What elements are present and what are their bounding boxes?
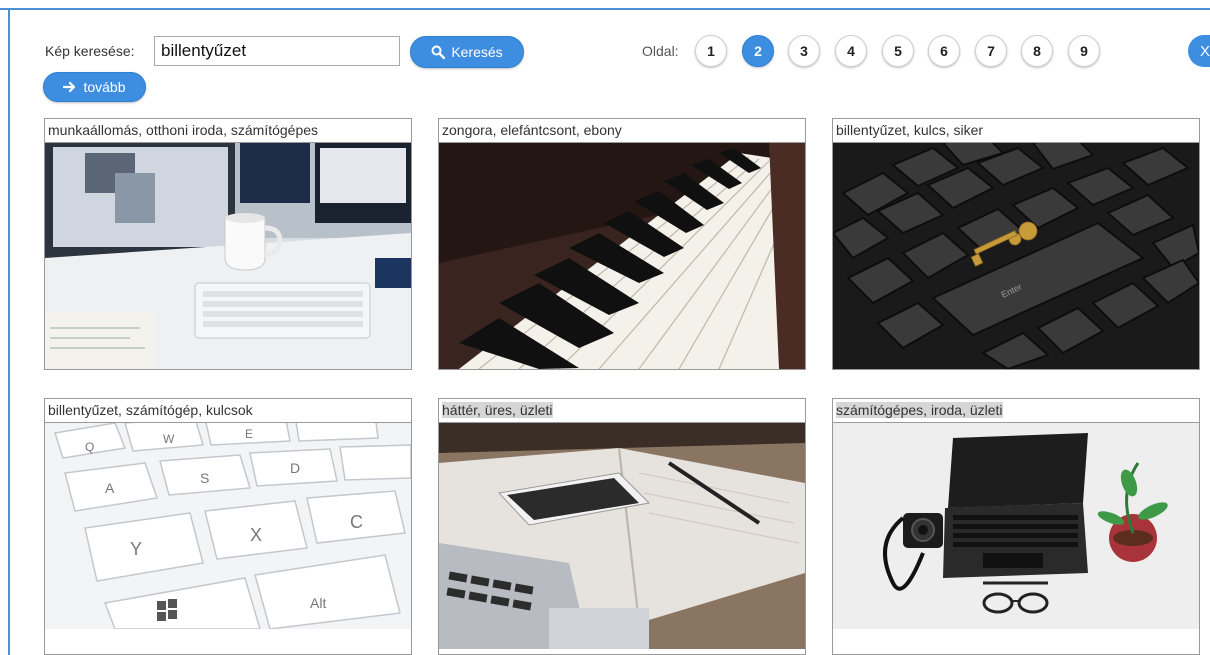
card-tags: zongora, elefántcsont, ebony (439, 119, 805, 143)
pagination-label: Oldal: (642, 43, 679, 59)
card-tags: billentyűzet, kulcs, siker (833, 119, 1199, 143)
search-label: Kép keresése: (45, 43, 135, 59)
card-tags-text: számítógépes, iroda, üzleti (836, 402, 1003, 418)
result-image[interactable] (439, 143, 805, 369)
card-tags: billentyűzet, számítógép, kulcsok (45, 399, 411, 423)
card-tags: munkaállomás, otthoni iroda, számítógépe… (45, 119, 411, 143)
search-icon (431, 45, 446, 59)
key-c-label: C (350, 512, 363, 532)
result-image[interactable]: Enter (833, 143, 1199, 369)
key-q-label: Q (85, 440, 94, 454)
search-input[interactable] (154, 36, 400, 66)
search-button-label: Keresés (451, 44, 503, 60)
key-e-label: E (245, 427, 253, 441)
result-image[interactable] (833, 423, 1199, 629)
more-button-label: tovább (83, 79, 126, 95)
page-button-8[interactable]: 8 (1021, 35, 1053, 67)
key-alt-label: Alt (310, 595, 326, 611)
white-keyboard-photo: Q W E A S D Y X C Alt (45, 423, 411, 629)
key-s-label: S (200, 470, 209, 486)
more-button[interactable]: tovább (43, 72, 146, 102)
search-button[interactable]: Keresés (410, 36, 524, 68)
result-image[interactable] (45, 143, 411, 369)
key-y-label: Y (130, 539, 142, 559)
page-button-9[interactable]: 9 (1068, 35, 1100, 67)
arrow-right-icon (63, 81, 76, 93)
piano-keys-photo (439, 143, 805, 369)
result-card[interactable]: háttér, üres, üzleti (438, 398, 806, 655)
search-toolbar: Kép keresése: Keresés tovább Oldal: 1 2 … (0, 0, 1210, 110)
card-tags: háttér, üres, üzleti (439, 399, 805, 423)
keyboard-key-photo: Enter (833, 143, 1199, 369)
key-x-label: X (250, 525, 262, 545)
result-card[interactable]: zongora, elefántcsont, ebony (438, 118, 806, 370)
result-card[interactable]: billentyűzet, számítógép, kulcsok Q W E … (44, 398, 412, 655)
page-button-3[interactable]: 3 (788, 35, 820, 67)
laptop-camera-photo (833, 423, 1199, 629)
close-button[interactable]: X (1188, 35, 1210, 67)
card-tags-text: háttér, üres, üzleti (442, 402, 553, 418)
result-card[interactable]: billentyűzet, kulcs, siker Enter (832, 118, 1200, 370)
key-w-label: W (163, 432, 175, 446)
page-button-7[interactable]: 7 (975, 35, 1007, 67)
result-card[interactable]: számítógépes, iroda, üzleti (832, 398, 1200, 655)
desk-workstation-photo (45, 143, 411, 369)
page-button-1[interactable]: 1 (695, 35, 727, 67)
page-button-6[interactable]: 6 (928, 35, 960, 67)
result-image[interactable] (439, 423, 805, 649)
page-button-2[interactable]: 2 (742, 35, 774, 67)
result-image[interactable]: Q W E A S D Y X C Alt (45, 423, 411, 629)
notebook-phone-photo (439, 423, 805, 649)
page-button-5[interactable]: 5 (882, 35, 914, 67)
card-tags: számítógépes, iroda, üzleti (833, 399, 1199, 423)
page-button-4[interactable]: 4 (835, 35, 867, 67)
key-d-label: D (290, 460, 300, 476)
key-a-label: A (105, 480, 115, 496)
result-card[interactable]: munkaállomás, otthoni iroda, számítógépe… (44, 118, 412, 370)
